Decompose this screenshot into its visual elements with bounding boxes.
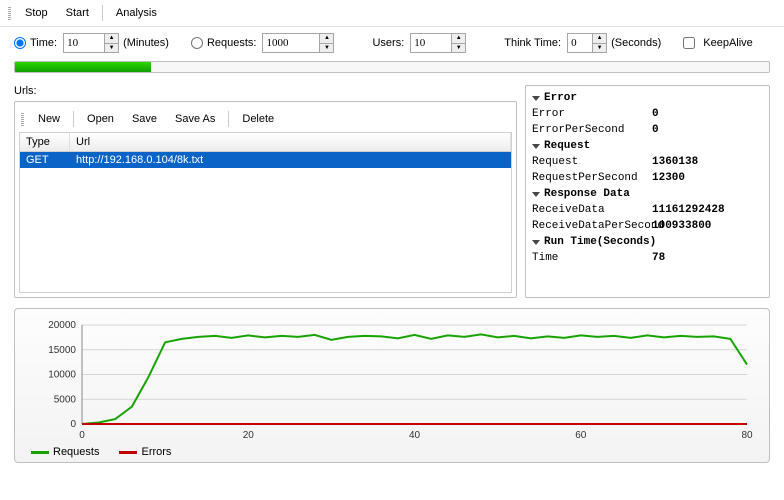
analysis-button[interactable]: Analysis xyxy=(109,4,164,22)
stats-key: RequestPerSecond xyxy=(532,172,652,184)
stats-val: 0 xyxy=(652,108,763,120)
cell-url: http://192.168.0.104/8k.txt xyxy=(70,152,511,168)
col-type[interactable]: Type xyxy=(20,133,70,151)
spin-up-icon[interactable]: ▲ xyxy=(105,34,118,44)
stats-key: ErrorPerSecond xyxy=(532,124,652,136)
time-spinner[interactable]: ▲▼ xyxy=(63,33,119,53)
think-time-label: Think Time: xyxy=(504,37,561,49)
chevron-down-icon[interactable] xyxy=(532,144,540,149)
table-row[interactable]: GET http://192.168.0.104/8k.txt xyxy=(20,152,511,168)
toolbar-grip xyxy=(8,6,11,20)
chart-legend: Requests Errors xyxy=(23,442,761,458)
spin-down-icon[interactable]: ▼ xyxy=(452,44,465,53)
stats-key: ReceiveDataPerSecond xyxy=(532,220,652,232)
spin-down-icon[interactable]: ▼ xyxy=(593,44,606,53)
requests-label: Requests: xyxy=(207,37,257,49)
requests-input[interactable] xyxy=(263,34,319,52)
chart-svg: 0 5000 10000 15000 20000 0 20 40 60 80 xyxy=(23,317,761,442)
stats-error-head: Error xyxy=(544,92,577,104)
progress-fill xyxy=(15,62,151,72)
legend-errors: Errors xyxy=(119,446,171,458)
svg-text:20: 20 xyxy=(243,430,255,441)
svg-text:60: 60 xyxy=(575,430,587,441)
main-toolbar: Stop Start Analysis xyxy=(0,0,784,27)
delete-button[interactable]: Delete xyxy=(235,110,281,128)
svg-text:0: 0 xyxy=(70,419,76,430)
stats-key: Error xyxy=(532,108,652,120)
urls-header-row: Type Url xyxy=(20,133,511,152)
time-unit: (Minutes) xyxy=(123,37,169,49)
users-label: Users: xyxy=(372,37,404,49)
legend-requests: Requests xyxy=(31,446,99,458)
svg-text:40: 40 xyxy=(409,430,421,441)
saveas-button[interactable]: Save As xyxy=(168,110,222,128)
toolbar-grip xyxy=(21,112,24,126)
open-button[interactable]: Open xyxy=(80,110,121,128)
chart-panel: 0 5000 10000 15000 20000 0 20 40 60 80 Requests E… xyxy=(14,308,770,463)
spin-up-icon[interactable]: ▲ xyxy=(320,34,333,44)
think-time-input[interactable] xyxy=(568,34,592,52)
svg-text:15000: 15000 xyxy=(48,345,76,356)
cell-type: GET xyxy=(20,152,70,168)
spin-up-icon[interactable]: ▲ xyxy=(452,34,465,44)
requests-radio[interactable] xyxy=(191,37,203,49)
save-button[interactable]: Save xyxy=(125,110,164,128)
time-input[interactable] xyxy=(64,34,104,52)
urls-table: Type Url GET http://192.168.0.104/8k.txt xyxy=(19,132,512,293)
chevron-down-icon[interactable] xyxy=(532,240,540,245)
requests-spinner[interactable]: ▲▼ xyxy=(262,33,334,53)
start-button[interactable]: Start xyxy=(59,4,96,22)
stats-val: 12300 xyxy=(652,172,763,184)
svg-text:5000: 5000 xyxy=(54,394,77,405)
time-radio[interactable] xyxy=(14,37,26,49)
users-input[interactable] xyxy=(411,34,451,52)
stats-request-head: Request xyxy=(544,140,590,152)
new-button[interactable]: New xyxy=(31,110,67,128)
svg-text:80: 80 xyxy=(741,430,753,441)
think-time-unit: (Seconds) xyxy=(611,37,661,49)
progress-bar xyxy=(14,61,770,73)
stats-runtime-head: Run Time(Seconds) xyxy=(544,236,656,248)
urls-panel: Urls: New Open Save Save As Delete Type … xyxy=(14,85,517,298)
keepalive-label: KeepAlive xyxy=(703,37,753,49)
svg-text:10000: 10000 xyxy=(48,370,76,381)
stats-panel: Error Error0 ErrorPerSecond0 Request Req… xyxy=(525,85,770,298)
spin-down-icon[interactable]: ▼ xyxy=(320,44,333,53)
stats-key: Time xyxy=(532,252,652,264)
svg-text:0: 0 xyxy=(79,430,85,441)
stats-val: 78 xyxy=(652,252,763,264)
stats-val: 11161292428 xyxy=(652,204,763,216)
chevron-down-icon[interactable] xyxy=(532,96,540,101)
stats-key: Request xyxy=(532,156,652,168)
stats-val: 1360138 xyxy=(652,156,763,168)
urls-toolbar: New Open Save Save As Delete xyxy=(19,106,512,132)
keepalive-checkbox[interactable] xyxy=(683,37,695,49)
svg-text:20000: 20000 xyxy=(48,320,76,331)
stats-response-head: Response Data xyxy=(544,188,630,200)
users-spinner[interactable]: ▲▼ xyxy=(410,33,466,53)
stats-val: 100933800 xyxy=(652,220,763,232)
urls-section-label: Urls: xyxy=(14,85,517,97)
stop-button[interactable]: Stop xyxy=(18,4,55,22)
spin-down-icon[interactable]: ▼ xyxy=(105,44,118,53)
config-row: Time: ▲▼ (Minutes) Requests: ▲▼ Users: ▲… xyxy=(0,27,784,59)
col-url[interactable]: Url xyxy=(70,133,511,151)
stats-val: 0 xyxy=(652,124,763,136)
stats-key: ReceiveData xyxy=(532,204,652,216)
time-label: Time: xyxy=(30,37,57,49)
separator xyxy=(102,5,103,21)
spin-up-icon[interactable]: ▲ xyxy=(593,34,606,44)
chevron-down-icon[interactable] xyxy=(532,192,540,197)
think-time-spinner[interactable]: ▲▼ xyxy=(567,33,607,53)
